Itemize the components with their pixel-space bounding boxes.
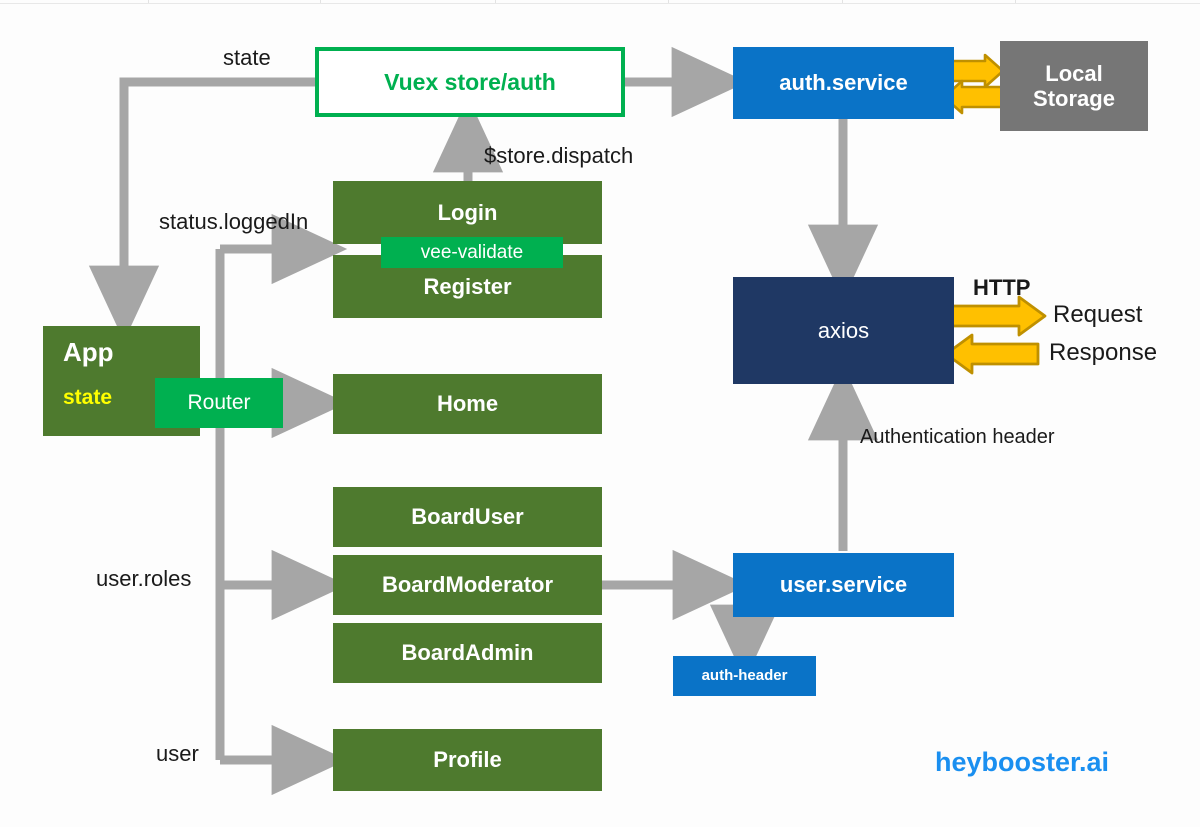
block-arrow-http-response	[944, 333, 1040, 375]
node-board-user[interactable]: BoardUser	[333, 487, 602, 547]
node-vee-validate[interactable]: vee-validate	[381, 237, 563, 268]
block-arrow-http-request	[946, 295, 1047, 337]
node-home[interactable]: Home	[333, 374, 602, 434]
node-auth-header[interactable]: auth-header	[673, 656, 816, 696]
node-local-storage[interactable]: Local Storage	[1000, 41, 1148, 131]
app-state-label: state	[63, 386, 113, 409]
node-board-moderator[interactable]: BoardModerator	[333, 555, 602, 615]
node-login[interactable]: Login	[333, 181, 602, 244]
label-state: state	[223, 45, 271, 70]
label-http: HTTP	[973, 275, 1031, 300]
label-user-roles: user.roles	[96, 566, 192, 591]
label-status-loggedin: status.loggedIn	[159, 209, 309, 234]
local-storage-line1: Local	[1045, 60, 1103, 86]
label-authentication-header: Authentication header	[860, 426, 1055, 448]
node-auth-service[interactable]: auth.service	[733, 47, 954, 119]
diagram-canvas: Vuex store/auth auth.service Local Stora…	[0, 0, 1200, 827]
node-vuex-store[interactable]: Vuex store/auth	[315, 47, 625, 117]
node-board-admin[interactable]: BoardAdmin	[333, 623, 602, 683]
node-user-service[interactable]: user.service	[733, 553, 954, 617]
watermark-heybooster: heybooster.ai	[935, 747, 1110, 777]
label-store-dispatch: $store.dispatch	[484, 143, 634, 168]
edge-state	[88, 77, 315, 342]
label-request: Request	[1053, 301, 1143, 328]
node-router[interactable]: Router	[155, 378, 283, 428]
app-label: App	[63, 337, 114, 367]
node-profile[interactable]: Profile	[333, 729, 602, 791]
label-user: user	[156, 741, 199, 766]
label-response: Response	[1049, 339, 1158, 366]
node-axios[interactable]: axios	[733, 277, 954, 384]
spreadsheet-grid-hint	[0, 0, 1200, 4]
local-storage-line2: Storage	[1033, 86, 1115, 111]
